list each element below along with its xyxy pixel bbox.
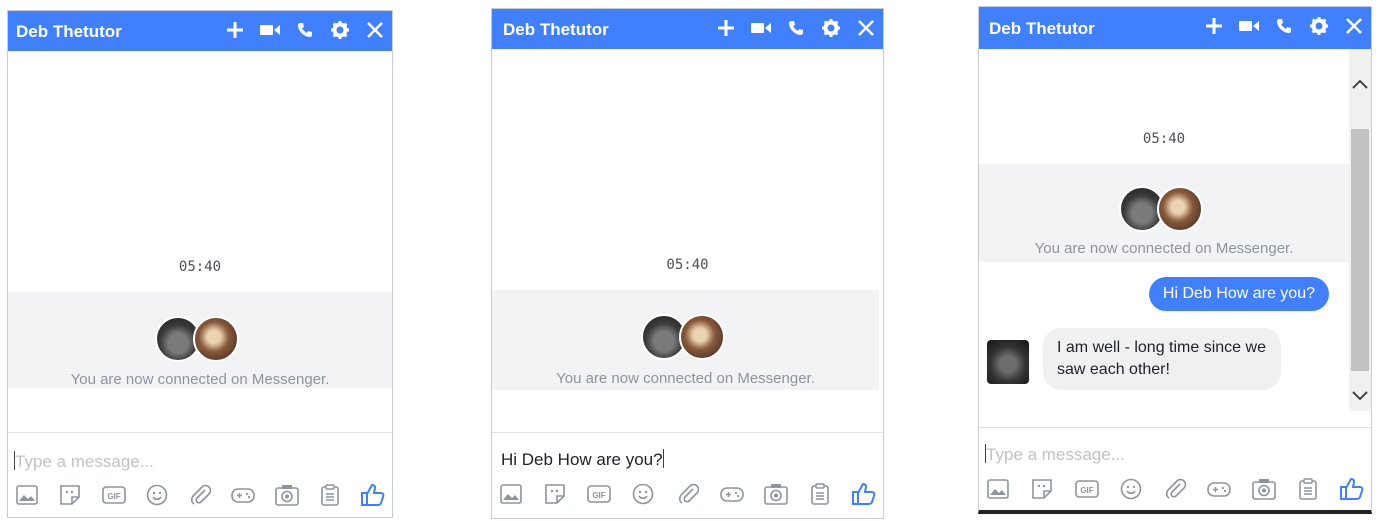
scrollbar-thumb[interactable] bbox=[1351, 129, 1369, 371]
scrollbar[interactable] bbox=[1349, 49, 1371, 411]
chat-title[interactable]: Deb Thetutor bbox=[503, 20, 609, 40]
gear-icon[interactable] bbox=[329, 19, 351, 41]
text-caret bbox=[662, 449, 664, 468]
plus-icon[interactable] bbox=[224, 19, 246, 41]
clipboard-icon[interactable] bbox=[317, 482, 343, 508]
attachment-icon[interactable] bbox=[1162, 476, 1188, 502]
chat-window-2: Deb Thetutor 05:40 You are now connected… bbox=[491, 8, 884, 519]
game-icon[interactable] bbox=[719, 481, 745, 507]
chat-header: Deb Thetutor bbox=[979, 7, 1371, 49]
chat-header: Deb Thetutor bbox=[492, 9, 883, 49]
gear-icon[interactable] bbox=[820, 17, 842, 39]
gear-icon[interactable] bbox=[1308, 15, 1330, 37]
participant-avatars bbox=[1119, 186, 1209, 234]
input-value: Hi Deb How are you? bbox=[501, 450, 663, 469]
clipboard-icon[interactable] bbox=[1295, 476, 1321, 502]
chat-header: Deb Thetutor bbox=[8, 11, 392, 51]
game-icon[interactable] bbox=[1206, 476, 1232, 502]
connected-text: You are now connected on Messenger. bbox=[70, 371, 330, 388]
scroll-up-icon[interactable] bbox=[1349, 73, 1371, 95]
phone-icon[interactable] bbox=[294, 19, 316, 41]
close-icon[interactable] bbox=[1343, 15, 1365, 37]
sticker-icon[interactable] bbox=[57, 482, 83, 508]
composer: Type a message... GIF bbox=[979, 427, 1371, 512]
message-input[interactable]: Type a message... bbox=[14, 451, 386, 472]
input-placeholder: Type a message... bbox=[986, 445, 1125, 464]
thumbs-up-icon[interactable] bbox=[851, 481, 877, 507]
composer: Type a message... GIF bbox=[8, 432, 392, 519]
composer: Hi Deb How are you? GIF bbox=[492, 432, 883, 521]
connected-banner: You are now connected on Messenger. bbox=[979, 164, 1349, 262]
svg-text:GIF: GIF bbox=[593, 491, 606, 500]
video-camera-icon[interactable] bbox=[750, 17, 772, 39]
message-input[interactable]: Hi Deb How are you? bbox=[501, 449, 877, 470]
video-camera-icon[interactable] bbox=[259, 19, 281, 41]
outgoing-message: Hi Deb How are you? bbox=[1148, 277, 1329, 311]
sticker-icon[interactable] bbox=[542, 481, 568, 507]
chat-window-3: Deb Thetutor 05:40 You are now connected… bbox=[978, 6, 1372, 514]
photo-icon[interactable] bbox=[14, 482, 40, 508]
photo-icon[interactable] bbox=[985, 476, 1011, 502]
gif-icon[interactable]: GIF bbox=[101, 482, 127, 508]
thumbs-up-icon[interactable] bbox=[1339, 476, 1365, 502]
close-icon[interactable] bbox=[855, 17, 877, 39]
camera-icon[interactable] bbox=[763, 481, 789, 507]
emoji-icon[interactable] bbox=[144, 482, 170, 508]
plus-icon[interactable] bbox=[715, 17, 737, 39]
avatar bbox=[193, 316, 239, 362]
plus-icon[interactable] bbox=[1203, 15, 1225, 37]
chat-title[interactable]: Deb Thetutor bbox=[16, 22, 122, 42]
timestamp: 05:40 bbox=[1142, 131, 1186, 147]
gif-icon[interactable]: GIF bbox=[586, 481, 612, 507]
camera-icon[interactable] bbox=[1251, 476, 1277, 502]
svg-text:GIF: GIF bbox=[1080, 486, 1093, 495]
thumbs-up-icon[interactable] bbox=[360, 482, 386, 508]
game-icon[interactable] bbox=[230, 482, 256, 508]
photo-icon[interactable] bbox=[498, 481, 524, 507]
emoji-icon[interactable] bbox=[1118, 476, 1144, 502]
participant-avatars bbox=[640, 314, 731, 362]
clipboard-icon[interactable] bbox=[807, 481, 833, 507]
connected-banner: You are now connected on Messenger. bbox=[492, 290, 879, 390]
connected-banner: You are now connected on Messenger. bbox=[8, 292, 392, 388]
emoji-icon[interactable] bbox=[630, 481, 656, 507]
attachment-icon[interactable] bbox=[187, 482, 213, 508]
composer-toolbar: GIF bbox=[14, 482, 386, 508]
avatar bbox=[678, 314, 725, 360]
input-placeholder: Type a message... bbox=[15, 452, 154, 471]
attachment-icon[interactable] bbox=[675, 481, 701, 507]
composer-toolbar: GIF bbox=[985, 476, 1365, 502]
phone-icon[interactable] bbox=[785, 17, 807, 39]
sticker-icon[interactable] bbox=[1029, 476, 1055, 502]
gif-icon[interactable]: GIF bbox=[1074, 476, 1100, 502]
chat-title[interactable]: Deb Thetutor bbox=[989, 19, 1095, 39]
participant-avatars bbox=[155, 316, 245, 364]
timestamp: 05:40 bbox=[666, 257, 709, 273]
composer-toolbar: GIF bbox=[498, 481, 877, 507]
svg-text:GIF: GIF bbox=[107, 492, 120, 501]
timestamp: 05:40 bbox=[178, 259, 222, 275]
incoming-message: I am well - long time since we saw each … bbox=[1043, 328, 1281, 390]
video-camera-icon[interactable] bbox=[1238, 15, 1260, 37]
camera-icon[interactable] bbox=[274, 482, 300, 508]
phone-icon[interactable] bbox=[1273, 15, 1295, 37]
contact-avatar bbox=[987, 340, 1029, 384]
connected-text: You are now connected on Messenger. bbox=[1034, 240, 1294, 257]
connected-text: You are now connected on Messenger. bbox=[556, 370, 815, 387]
scroll-down-icon[interactable] bbox=[1349, 385, 1371, 407]
chat-window-1: Deb Thetutor 05:40 You are now connected… bbox=[7, 10, 393, 518]
message-input[interactable]: Type a message... bbox=[985, 444, 1365, 465]
avatar bbox=[1157, 186, 1203, 232]
close-icon[interactable] bbox=[364, 19, 386, 41]
